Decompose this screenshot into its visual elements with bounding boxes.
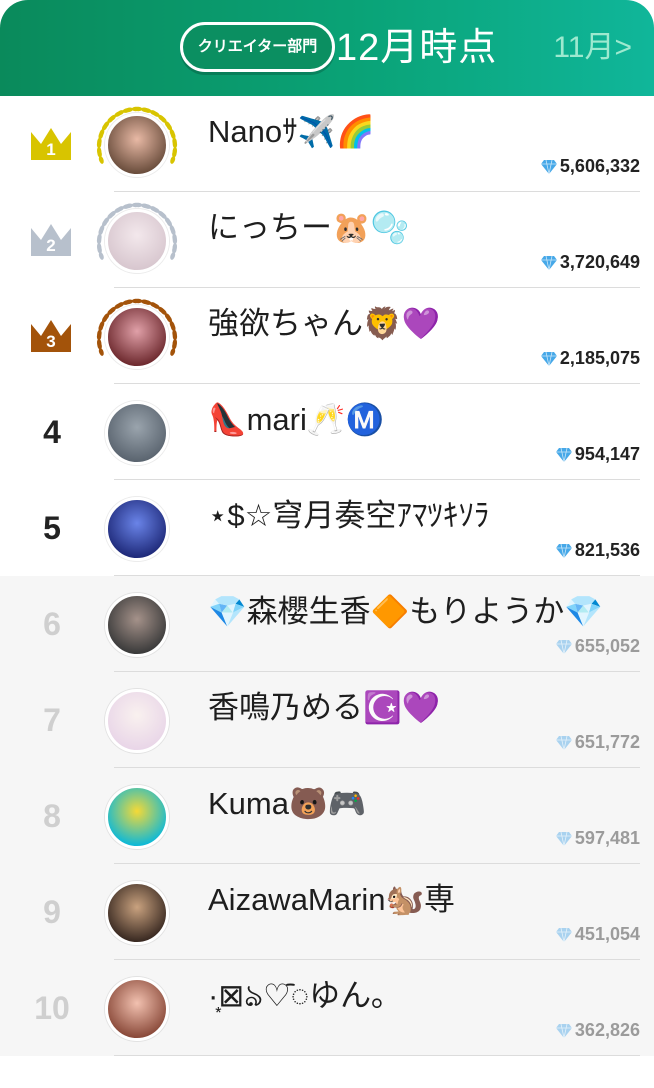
- score-value: 5,606,332: [559, 156, 640, 176]
- wreath-icon: [96, 106, 178, 164]
- score-value: 2,185,075: [559, 348, 640, 368]
- creator-name[interactable]: AizawaMarin🐿️専: [208, 880, 638, 920]
- crown-icon: 2: [28, 220, 74, 260]
- ranking-row[interactable]: 4 👠mari🥂Ⓜ️ 954,147: [0, 384, 654, 480]
- rank-number: 5: [43, 510, 61, 546]
- avatar-frame: [96, 682, 178, 764]
- period-title: 12月時点: [336, 27, 498, 69]
- score: 655,052: [555, 634, 640, 658]
- diamond-icon: [555, 927, 572, 943]
- avatar[interactable]: [105, 785, 169, 849]
- avatar-frame: [96, 202, 178, 284]
- row-divider: [114, 1055, 640, 1056]
- ranking-row[interactable]: 2 にっちー🐹🫧 3,720,649: [0, 192, 654, 288]
- score-value: 3,720,649: [559, 252, 640, 272]
- ranking-row[interactable]: 3 強欲ちゃん🦁💜 2,185,075: [0, 288, 654, 384]
- avatar[interactable]: [105, 977, 169, 1041]
- creator-name[interactable]: 強欲ちゃん🦁💜: [208, 304, 638, 344]
- score-value: 451,054: [574, 924, 640, 944]
- score: 2,185,075: [540, 346, 640, 370]
- wreath-icon: [96, 202, 178, 260]
- ranking-row[interactable]: 9 AizawaMarin🐿️専 451,054: [0, 864, 654, 960]
- score: 651,772: [555, 730, 640, 754]
- ranking-card: クリエイター部門 12月時点 11月> 1 Nanoｻ✈️🌈 5,606,332 2 に…: [0, 0, 654, 1088]
- rank-number: 8: [43, 798, 61, 834]
- ranking-row[interactable]: 8 Kuma🐻🎮 597,481: [0, 768, 654, 864]
- creator-name[interactable]: Nanoｻ✈️🌈: [208, 112, 638, 152]
- avatar[interactable]: [105, 689, 169, 753]
- score-value: 954,147: [574, 444, 640, 464]
- avatar[interactable]: [105, 881, 169, 945]
- rank-number: 3: [46, 332, 56, 351]
- rank-number: 1: [46, 140, 56, 159]
- diamond-icon: [540, 255, 557, 271]
- avatar-frame: [96, 298, 178, 380]
- ranking-row[interactable]: 7 香鳴乃める☪️💜 651,772: [0, 672, 654, 768]
- avatar[interactable]: [105, 593, 169, 657]
- score: 362,826: [555, 1018, 640, 1042]
- avatar-frame: [96, 106, 178, 188]
- score: 954,147: [555, 442, 640, 466]
- score-value: 362,826: [574, 1020, 640, 1040]
- crown-icon: 3: [28, 316, 74, 356]
- diamond-icon: [555, 735, 572, 751]
- score: 5,606,332: [540, 154, 640, 178]
- creator-name[interactable]: 💎森櫻生香🔶もりようか💎: [208, 592, 638, 632]
- wreath-icon: [96, 298, 178, 356]
- rank-number: 7: [43, 702, 61, 738]
- score-value: 597,481: [574, 828, 640, 848]
- rank-number: 6: [43, 606, 61, 642]
- avatar-frame: [96, 970, 178, 1052]
- diamond-icon: [555, 1023, 572, 1039]
- rank-number: 2: [46, 236, 56, 255]
- ranking-row[interactable]: 1 Nanoｻ✈️🌈 5,606,332: [0, 96, 654, 192]
- avatar-frame: [96, 874, 178, 956]
- rank-number: 4: [43, 414, 61, 450]
- avatar[interactable]: [105, 401, 169, 465]
- diamond-icon: [555, 831, 572, 847]
- ranking-header: クリエイター部門 12月時点 11月>: [0, 0, 654, 96]
- rank-number: 10: [34, 990, 70, 1026]
- avatar-frame: [96, 394, 178, 476]
- rank-number: 9: [43, 894, 61, 930]
- avatar-frame: [96, 778, 178, 860]
- avatar-frame: [96, 490, 178, 572]
- crown-icon: 1: [28, 124, 74, 164]
- creator-name[interactable]: ·͙⊠ঌ♡ᯩゆん｡: [208, 976, 638, 1016]
- diamond-icon: [555, 543, 572, 559]
- ranking-list: 1 Nanoｻ✈️🌈 5,606,332 2 にっちー🐹🫧 3,720,649 3 強欲ちゃん…: [0, 96, 654, 1056]
- score-value: 821,536: [574, 540, 640, 560]
- avatar-frame: [96, 586, 178, 668]
- score: 3,720,649: [540, 250, 640, 274]
- prev-month-link[interactable]: 11月>: [553, 28, 632, 68]
- avatar[interactable]: [105, 497, 169, 561]
- score-value: 655,052: [574, 636, 640, 656]
- creator-name[interactable]: 香鳴乃める☪️💜: [208, 688, 638, 728]
- diamond-icon: [540, 351, 557, 367]
- score: 451,054: [555, 922, 640, 946]
- ranking-row[interactable]: 10 ·͙⊠ঌ♡ᯩゆん｡ 362,826: [0, 960, 654, 1056]
- ranking-row[interactable]: 5 ⋆$☆穹月奏空ｱﾏﾂｷｿﾗ 821,536: [0, 480, 654, 576]
- score: 821,536: [555, 538, 640, 562]
- diamond-icon: [555, 639, 572, 655]
- score: 597,481: [555, 826, 640, 850]
- diamond-icon: [540, 159, 557, 175]
- creator-name[interactable]: にっちー🐹🫧: [208, 208, 638, 248]
- ranking-row[interactable]: 6 💎森櫻生香🔶もりようか💎 655,052: [0, 576, 654, 672]
- creator-name[interactable]: ⋆$☆穹月奏空ｱﾏﾂｷｿﾗ: [208, 496, 638, 536]
- diamond-icon: [555, 447, 572, 463]
- creator-name[interactable]: Kuma🐻🎮: [208, 784, 638, 824]
- creator-name[interactable]: 👠mari🥂Ⓜ️: [208, 400, 638, 440]
- category-tab[interactable]: クリエイター部門: [180, 22, 335, 72]
- score-value: 651,772: [574, 732, 640, 752]
